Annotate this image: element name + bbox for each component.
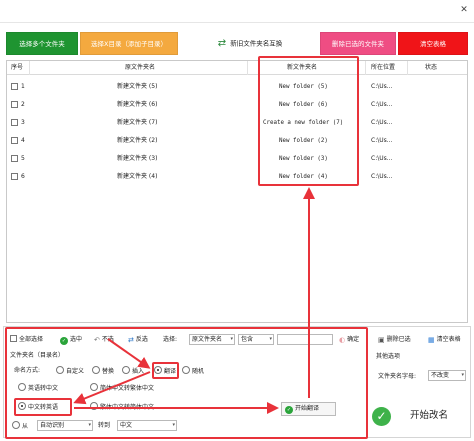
- swap-icon: ⇄: [217, 38, 227, 49]
- swap-names-button[interactable]: ⇄ 新旧文件夹名互换: [210, 32, 290, 55]
- row-location: C:\Us...: [371, 83, 393, 90]
- row-location: C:\Us...: [371, 155, 393, 162]
- start-rename-button[interactable]: ✓ 开始改名: [366, 401, 466, 433]
- table-row[interactable]: 5 新建文件夹 (3) New folder (3) C:\Us...: [7, 150, 467, 168]
- check-circle-icon: ✓: [372, 407, 391, 426]
- row-index: 3: [21, 119, 25, 126]
- header-index[interactable]: 序号: [11, 61, 23, 75]
- row-index: 1: [21, 83, 25, 90]
- clear-icon: ▦: [428, 336, 435, 344]
- start-rename-label: 开始改名: [410, 410, 449, 421]
- clear-table-small-label: 清空表格: [436, 336, 461, 343]
- table-row[interactable]: 6 新建文件夹 (4) New folder (4) C:\Us...: [7, 168, 467, 186]
- row-original-name: 新建文件夹 (6): [117, 101, 158, 108]
- row-checkbox[interactable]: [11, 101, 18, 108]
- table-row[interactable]: 2 新建文件夹 (6) New folder (6) C:\Us...: [7, 96, 467, 114]
- row-original-name: 新建文件夹 (4): [117, 173, 158, 180]
- row-location: C:\Us...: [371, 101, 393, 108]
- row-location: C:\Us...: [371, 119, 393, 126]
- other-options-title: 其他选项: [376, 353, 401, 360]
- column-divider: [365, 61, 366, 75]
- row-checkbox[interactable]: [11, 83, 18, 90]
- header-status[interactable]: 状态: [425, 61, 437, 75]
- row-checkbox[interactable]: [11, 137, 18, 144]
- table-header: 序号 原文件夹名 新文件夹名 所在位置 状态: [7, 61, 467, 75]
- table-row[interactable]: 3 新建文件夹 (7) Create a new folder (7) C:\U…: [7, 114, 467, 132]
- letter-case-select[interactable]: 不改变 ▾: [428, 370, 466, 381]
- header-original-name[interactable]: 原文件夹名: [125, 61, 155, 75]
- row-original-name: 新建文件夹 (5): [117, 83, 158, 90]
- row-checkbox[interactable]: [11, 119, 18, 126]
- row-location: C:\Us...: [371, 137, 393, 144]
- letter-case-label: 文件夹名字母:: [378, 373, 417, 380]
- row-index: 6: [21, 173, 25, 180]
- table-row[interactable]: 1 新建文件夹 (5) New folder (5) C:\Us...: [7, 78, 467, 96]
- row-original-name: 新建文件夹 (3): [117, 155, 158, 162]
- delete-selected-folders-button[interactable]: 删除已选的文件夹: [320, 32, 396, 55]
- row-original-name: 新建文件夹 (7): [117, 119, 158, 126]
- select-directory-button[interactable]: 选择X目录（添加子目录）: [80, 32, 178, 55]
- row-location: C:\Us...: [371, 173, 393, 180]
- clear-table-small-button[interactable]: ▦ 清空表格: [428, 335, 461, 345]
- folder-table: 序号 原文件夹名 新文件夹名 所在位置 状态 1 新建文件夹 (5) New f…: [6, 60, 468, 323]
- header-location[interactable]: 所在位置: [371, 61, 395, 75]
- new-name-highlight-box: [258, 56, 359, 186]
- row-index: 2: [21, 101, 25, 108]
- column-divider: [407, 61, 408, 75]
- delete-checked-button[interactable]: ▣ 删除已选: [378, 335, 411, 345]
- letter-case-value: 不改变: [431, 372, 450, 379]
- table-row[interactable]: 4 新建文件夹 (2) New folder (2) C:\Us...: [7, 132, 467, 150]
- column-divider: [247, 61, 248, 75]
- select-multiple-folders-button[interactable]: 选择多个文件夹: [6, 32, 78, 55]
- window-close-icon[interactable]: ✕: [458, 4, 470, 16]
- column-divider: [29, 61, 30, 75]
- row-index: 4: [21, 137, 25, 144]
- rename-panel-highlight-box: [5, 327, 368, 439]
- row-checkbox[interactable]: [11, 173, 18, 180]
- chevron-down-icon: ▾: [461, 372, 464, 378]
- delete-checked-label: 删除已选: [386, 336, 411, 343]
- clear-table-button[interactable]: 清空表格: [398, 32, 468, 55]
- row-checkbox[interactable]: [11, 155, 18, 162]
- row-original-name: 新建文件夹 (2): [117, 137, 158, 144]
- delete-icon: ▣: [378, 336, 385, 344]
- swap-names-label: 新旧文件夹名互换: [230, 39, 283, 48]
- row-index: 5: [21, 155, 25, 162]
- title-divider: [0, 22, 474, 23]
- zh-to-en-highlight-box: [14, 398, 72, 416]
- translate-mode-highlight-box: [152, 362, 179, 379]
